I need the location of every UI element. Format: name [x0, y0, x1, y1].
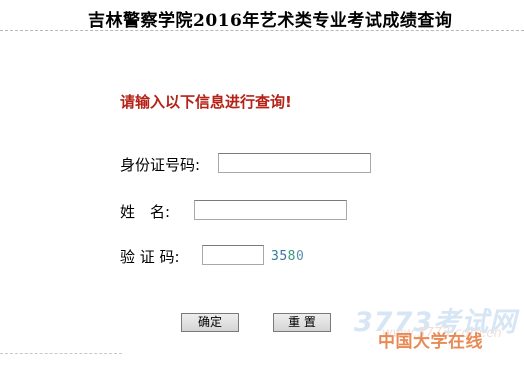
bottom-divider: [0, 353, 122, 354]
instruction-text: 请输入以下信息进行查询!: [120, 93, 292, 111]
captcha-input[interactable]: [202, 245, 264, 265]
watermark-text: 中国大学在线: [378, 332, 483, 352]
captcha-char: 3: [271, 249, 280, 264]
id-number-label: 身份证号码:: [120, 156, 201, 174]
reset-button[interactable]: 重 置: [273, 313, 331, 332]
captcha-char: 5: [279, 249, 288, 264]
id-number-input[interactable]: [218, 153, 371, 173]
name-label: 姓 名:: [120, 203, 171, 221]
query-page: 吉林警察学院2016年艺术类专业考试成绩查询 请输入以下信息进行查询! 身份证号…: [0, 0, 524, 369]
captcha-label: 验 证 码:: [120, 248, 180, 266]
title-divider: [0, 30, 524, 31]
captcha-image[interactable]: 3580: [271, 249, 304, 264]
submit-button[interactable]: 确定: [181, 313, 239, 332]
captcha-char: 8: [287, 249, 296, 264]
page-title: 吉林警察学院2016年艺术类专业考试成绩查询: [88, 11, 453, 31]
watermark: 3773考试网 www.3773.com.cn 中国大学在线: [344, 300, 524, 362]
name-input[interactable]: [194, 200, 347, 220]
captcha-char: 0: [295, 249, 305, 264]
